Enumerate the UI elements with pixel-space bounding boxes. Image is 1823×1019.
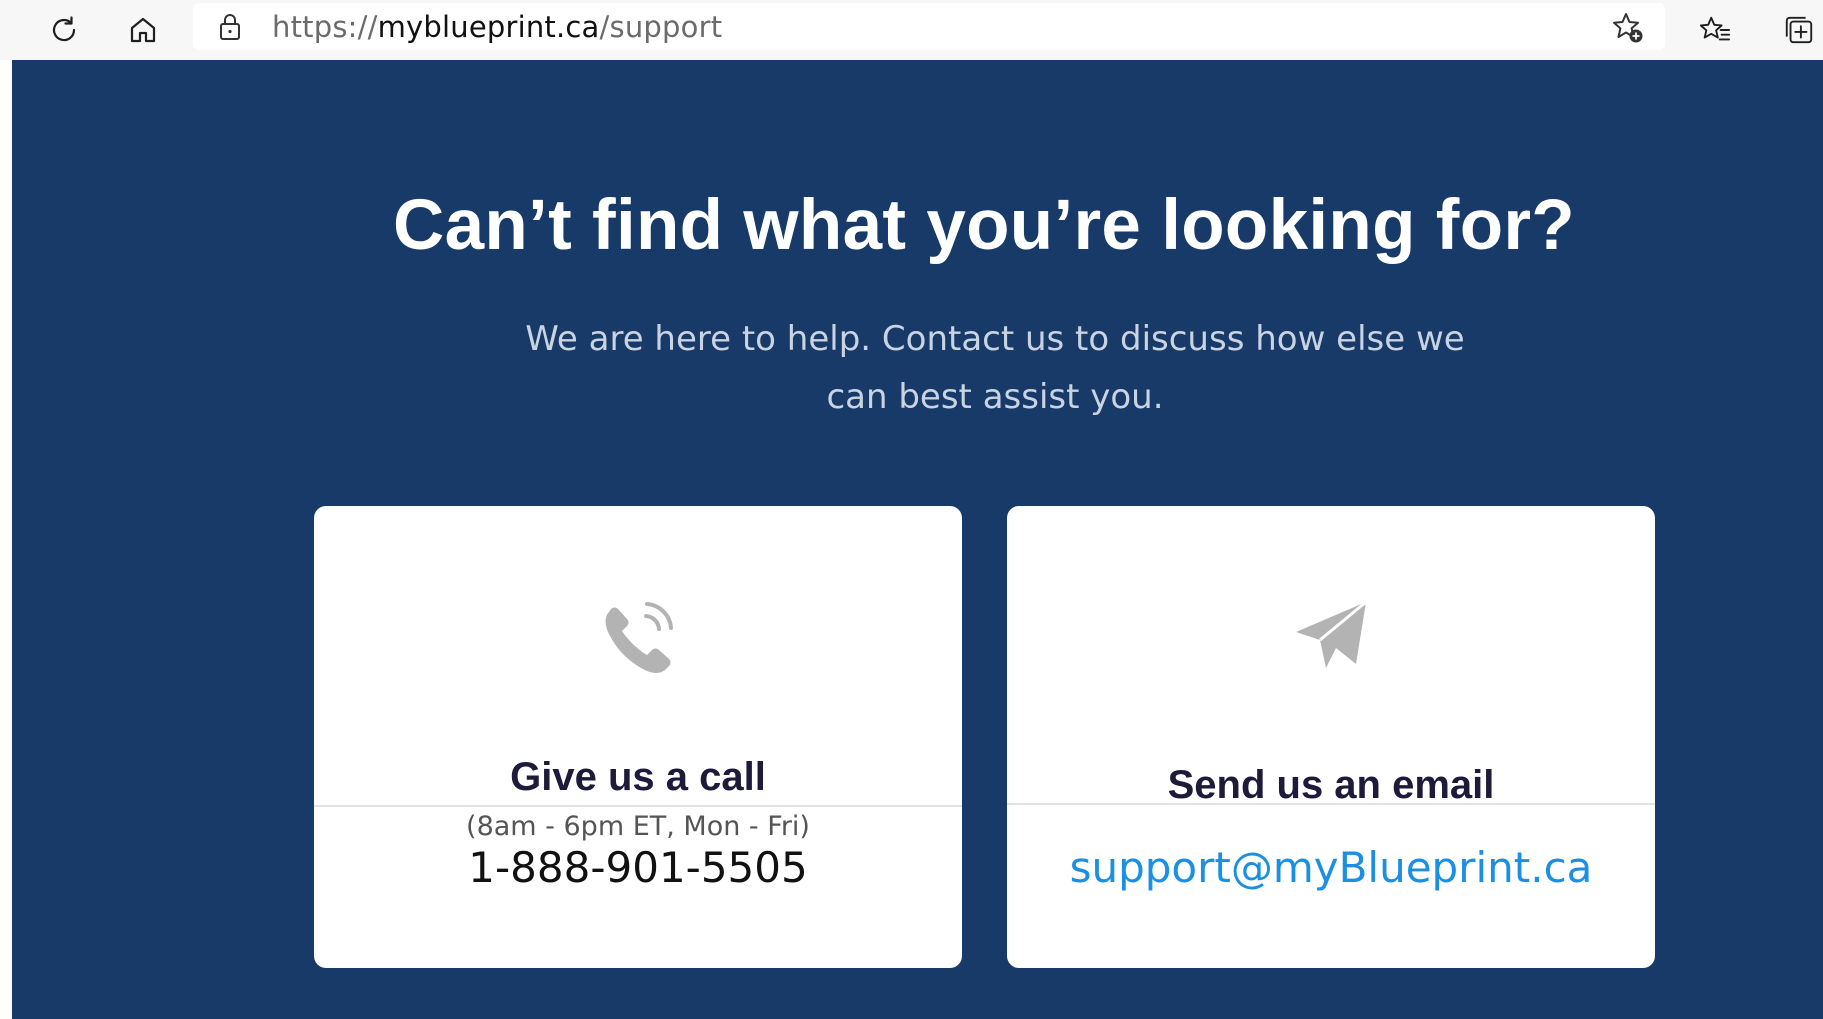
collections-button[interactable] (1775, 6, 1823, 54)
email-divider (1007, 803, 1655, 805)
support-page: Can’t find what you’re looking for? We a… (12, 60, 1823, 1019)
call-card: Give us a call (8am - 6pm ET, Mon - Fri)… (314, 506, 962, 968)
call-hours: (8am - 6pm ET, Mon - Fri) (466, 811, 810, 842)
url-host: myblueprint.ca (377, 10, 600, 44)
paper-plane-icon (1296, 600, 1367, 668)
address-bar[interactable]: https://myblueprint.ca/support (193, 3, 1665, 50)
call-divider (314, 805, 962, 807)
refresh-button[interactable] (40, 6, 88, 54)
email-title: Send us an email (1167, 763, 1495, 807)
browser-toolbar: https://myblueprint.ca/support (0, 0, 1823, 60)
page-subtext: We are here to help. Contact us to discu… (525, 319, 1465, 417)
collections-icon (1785, 16, 1813, 44)
lock-icon[interactable] (217, 13, 243, 41)
home-icon (130, 17, 156, 43)
add-favorite-icon[interactable] (1611, 11, 1645, 45)
phone-number[interactable]: 1-888-901-5505 (314, 843, 962, 893)
email-link[interactable]: support@myBlueprint.ca (1007, 843, 1655, 893)
refresh-icon (52, 16, 76, 42)
email-card: Send us an email support@myBlueprint.ca (1007, 506, 1655, 968)
favorites-button[interactable] (1691, 6, 1739, 54)
page-headline: Can’t find what you’re looking for? (393, 186, 1575, 265)
url-scheme: https:// (272, 10, 378, 44)
favorites-icon (1699, 16, 1731, 41)
call-title: Give us a call (510, 755, 766, 799)
phone-icon (605, 602, 673, 673)
url-path: /support (599, 10, 723, 44)
browser-window: https://myblueprint.ca/support Can’t fin… (0, 0, 1823, 1019)
url-text[interactable]: https://myblueprint.ca/support (272, 11, 722, 43)
home-button[interactable] (119, 6, 167, 54)
